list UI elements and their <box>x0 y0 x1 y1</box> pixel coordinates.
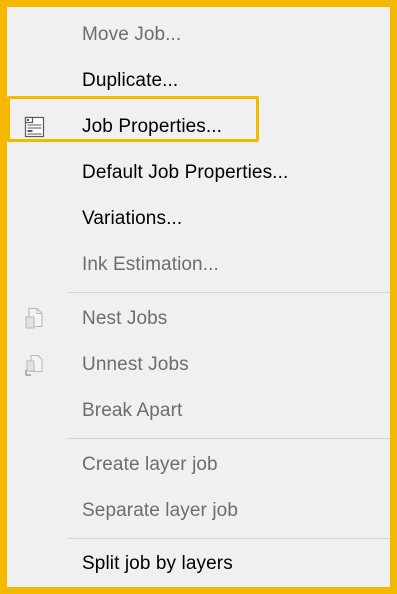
menu-item-label: Unnest Jobs <box>82 354 189 375</box>
menu-item-ink-estimation[interactable]: Ink Estimation... <box>7 243 390 287</box>
menu-item-label: Ink Estimation... <box>82 254 219 275</box>
menu-item-label: Default Job Properties... <box>82 162 289 183</box>
menu-item-create-layer-job[interactable]: Create layer job <box>7 443 390 487</box>
menu-item-label: Separate layer job <box>82 500 239 521</box>
menu-item-label: Break Apart <box>82 400 183 421</box>
menu-item-label: Variations... <box>82 208 183 229</box>
menu-item-unnest-jobs[interactable]: Unnest Jobs <box>7 343 390 387</box>
menu-item-break-apart[interactable]: Break Apart <box>7 389 390 433</box>
menu-item-split-job-by-layers[interactable]: Split job by layers <box>7 542 390 586</box>
menu-separator <box>67 438 390 439</box>
menu-item-label: Nest Jobs <box>82 308 168 329</box>
menu-separator <box>67 292 390 293</box>
menu-item-label: Job Properties... <box>82 116 223 137</box>
context-menu: Move Job... Duplicate... Job Properties.… <box>7 7 390 587</box>
menu-item-separate-layer-job[interactable]: Separate layer job <box>7 489 390 533</box>
menu-item-duplicate[interactable]: Duplicate... <box>7 59 390 103</box>
menu-item-variations[interactable]: Variations... <box>7 197 390 241</box>
menu-item-nest-jobs[interactable]: Nest Jobs <box>7 297 390 341</box>
job-properties-icon <box>23 114 47 140</box>
menu-item-label: Split job by layers <box>82 553 233 574</box>
menu-item-move-job[interactable]: Move Job... <box>7 13 390 57</box>
menu-item-job-properties[interactable]: Job Properties... <box>7 105 390 149</box>
menu-item-label: Duplicate... <box>82 70 179 91</box>
menu-separator <box>67 538 390 539</box>
unnest-jobs-icon <box>23 352 47 378</box>
menu-item-default-job-properties[interactable]: Default Job Properties... <box>7 151 390 195</box>
menu-item-label: Create layer job <box>82 454 218 475</box>
nest-jobs-icon <box>23 306 47 332</box>
menu-item-label: Move Job... <box>82 24 182 45</box>
